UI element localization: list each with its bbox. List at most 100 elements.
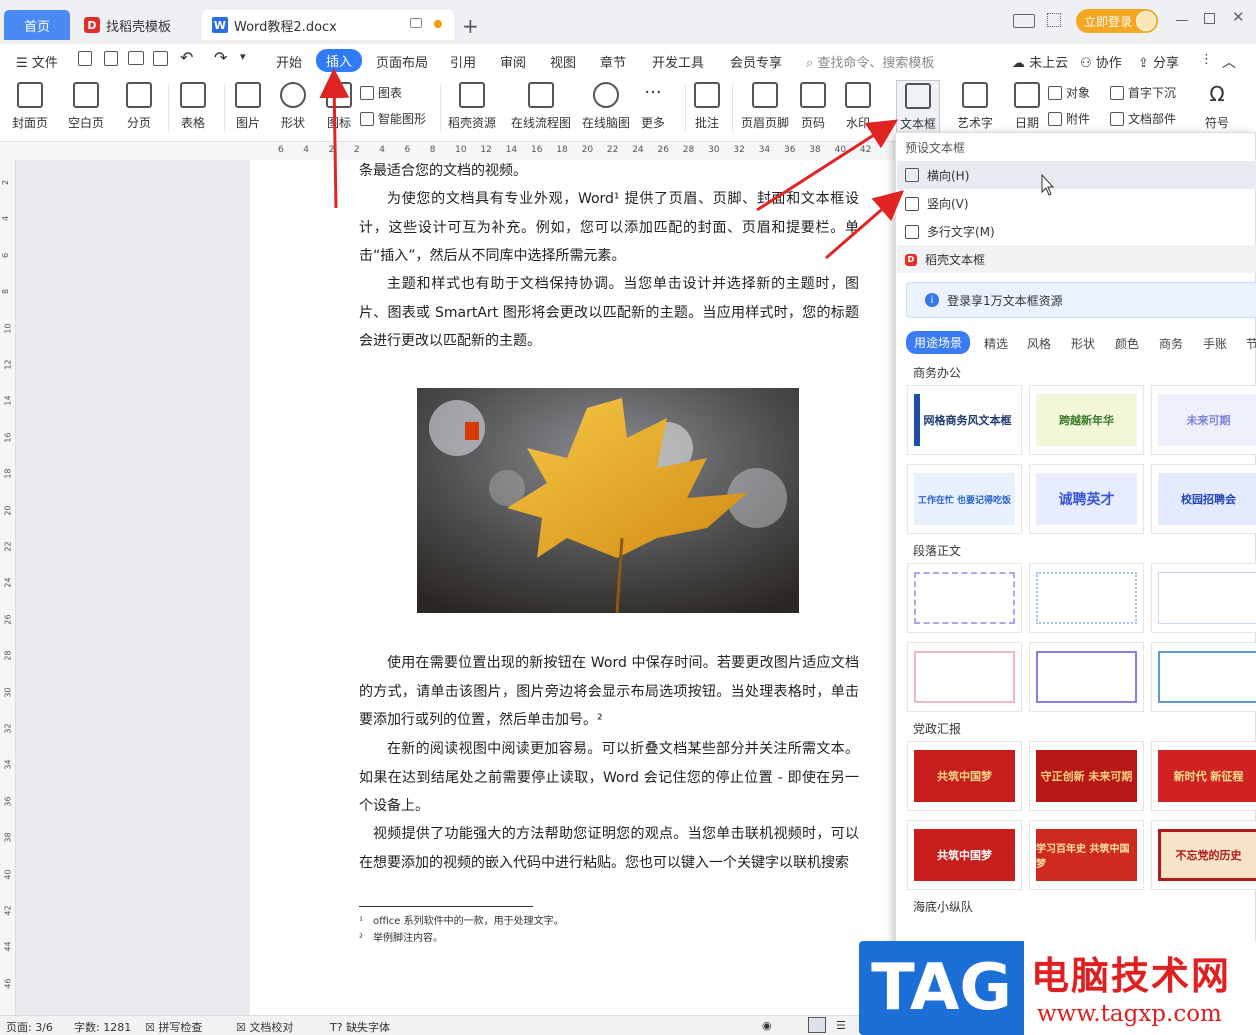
menu-chapter[interactable]: 章节 — [600, 52, 626, 71]
chart-button[interactable]: 图表 — [360, 84, 402, 101]
template-thumb[interactable]: 网格商务风文本框 — [907, 385, 1022, 455]
page-break-button[interactable]: 分页 — [126, 82, 152, 131]
date-button[interactable]: 日期 — [1014, 82, 1040, 131]
doc-paragraph-5[interactable]: 视频提供了功能强大的方法帮助您证明您的观点。当您单击联机视频时，可以在想要添加的… — [359, 820, 859, 877]
category-tab-style[interactable]: 风格 — [1027, 335, 1051, 352]
category-tab-shape[interactable]: 形状 — [1071, 335, 1095, 352]
menu-review[interactable]: 审阅 — [500, 52, 526, 71]
quick-access-dropdown-icon[interactable]: ▾ — [240, 50, 246, 63]
new-tab-button[interactable]: + — [462, 14, 479, 38]
doc-paragraph-1[interactable]: 为使您的文档具有专业外观，Word¹ 提供了页眉、页脚、封面和文本框设计，这些设… — [359, 185, 859, 271]
tab-template[interactable]: D 找稻壳模板 — [74, 10, 198, 40]
vertical-ruler[interactable]: 2 4 6 8 10 12 14 16 18 20 22 24 26 28 30 32 34 36 38 40 42 44… — [0, 160, 16, 1025]
template-thumb[interactable]: 学习百年史 共筑中国梦 — [1029, 820, 1144, 890]
template-thumb[interactable]: 新时代 新征程 — [1151, 741, 1256, 811]
template-thumb[interactable]: 守正创新 未来可期 — [1029, 741, 1144, 811]
footnote-1[interactable]: ¹ office 系列软件中的一款，用于处理文字。 — [359, 912, 564, 927]
more-button[interactable]: ··· 更多 — [641, 82, 665, 131]
textbox-button[interactable]: 文本框 — [896, 80, 941, 135]
page-view-icon[interactable] — [808, 1017, 826, 1033]
collab-button[interactable]: ⚇ 协作 — [1080, 52, 1122, 71]
print-icon[interactable] — [128, 51, 144, 65]
blank-page-button[interactable]: 空白页 — [68, 82, 104, 131]
textbox-vertical-option[interactable]: 竖向(V) — [905, 195, 969, 212]
template-thumb[interactable]: 共筑中国梦 — [907, 820, 1022, 890]
outline-view-icon[interactable]: ☰ — [836, 1019, 846, 1032]
menu-developer[interactable]: 开发工具 — [652, 52, 704, 71]
template-thumb[interactable] — [1151, 563, 1256, 633]
template-thumb[interactable]: 工作在忙 也要记得吃饭 — [907, 464, 1022, 534]
template-thumb[interactable]: 未来可期 — [1151, 385, 1256, 455]
cover-page-button[interactable]: 封面页 — [12, 82, 48, 131]
symbol-button[interactable]: Ω 符号 — [1205, 82, 1229, 131]
template-thumb[interactable] — [907, 642, 1022, 712]
docer-resources-button[interactable]: 稻壳资源 — [448, 82, 496, 131]
menu-insert[interactable]: 插入 — [316, 49, 363, 72]
template-thumb[interactable]: 校园招聘会 — [1151, 464, 1256, 534]
apps-grid-icon[interactable] — [1047, 13, 1061, 27]
comment-button[interactable]: 批注 — [694, 82, 720, 131]
category-tab-festival[interactable]: 节 — [1246, 335, 1256, 352]
watermark-button[interactable]: 水印 — [845, 82, 871, 131]
template-thumb[interactable]: 不忘党的历史 — [1151, 820, 1256, 890]
footnote-2[interactable]: ² 举例脚注内容。 — [359, 929, 443, 944]
object-button[interactable]: 对象 — [1048, 84, 1090, 101]
category-tab-featured[interactable]: 精选 — [984, 335, 1008, 352]
menu-view[interactable]: 视图 — [550, 52, 576, 71]
wordart-button[interactable]: 艺术字 — [957, 82, 993, 131]
template-thumb[interactable] — [1151, 642, 1256, 712]
word-count[interactable]: 字数: 1281 — [74, 1019, 131, 1035]
mindmap-button[interactable]: 在线脑图 — [582, 82, 630, 131]
eye-protection-icon[interactable]: ◉ — [762, 1019, 772, 1032]
login-button[interactable]: 立即登录 — [1076, 9, 1158, 33]
attachment-button[interactable]: 附件 — [1048, 110, 1090, 127]
redo-icon[interactable]: ↷ — [214, 48, 227, 67]
template-thumb[interactable] — [1029, 642, 1144, 712]
page-indicator[interactable]: 页面: 3/6 — [6, 1019, 53, 1035]
export-icon[interactable] — [104, 51, 118, 66]
menu-member[interactable]: 会员专享 — [730, 52, 782, 71]
tab-home[interactable]: 首页 — [4, 10, 70, 40]
more-icon[interactable]: ⋮ — [1200, 52, 1213, 67]
spell-check[interactable]: ☒ 拼写检查 — [145, 1019, 202, 1035]
doc-paragraph-3[interactable]: 使用在需要位置出现的新按钮在 Word 中保存时间。若要更改图片适应文档的方式，… — [359, 649, 859, 735]
category-tab-usage[interactable]: 用途场景 — [906, 331, 971, 354]
doc-paragraph-2[interactable]: 主题和样式也有助于文档保持协调。当您单击设计并选择新的主题时，图片、图表或 Sm… — [359, 270, 859, 356]
category-tab-color[interactable]: 颜色 — [1115, 335, 1139, 352]
minimize-icon[interactable] — [1176, 20, 1188, 21]
close-icon[interactable]: ✕ — [1232, 8, 1245, 26]
autumn-leaf-image[interactable] — [417, 388, 799, 613]
document-part-button[interactable]: 文档部件 — [1110, 110, 1176, 127]
collapse-ribbon-icon[interactable]: ︿ — [1222, 52, 1236, 72]
dropcap-button[interactable]: 首字下沉 — [1110, 84, 1176, 101]
template-thumb[interactable]: 诚聘英才 — [1029, 464, 1144, 534]
textbox-horizontal-option[interactable]: 横向(H) — [897, 161, 1256, 189]
menu-references[interactable]: 引用 — [450, 52, 476, 71]
category-tab-business[interactable]: 商务 — [1159, 335, 1183, 352]
template-thumb[interactable]: 共筑中国梦 — [907, 741, 1022, 811]
menu-start[interactable]: 开始 — [276, 52, 302, 71]
table-button[interactable]: 表格 — [180, 82, 206, 131]
smartart-button[interactable]: 智能图形 — [360, 110, 426, 127]
menu-page-layout[interactable]: 页面布局 — [376, 52, 428, 71]
command-search[interactable]: ⌕ 查找命令、搜索模板 — [806, 52, 934, 71]
picture-button[interactable]: 图片 — [235, 82, 261, 131]
undo-icon[interactable]: ↶ — [180, 48, 193, 67]
header-footer-button[interactable]: 页眉页脚 — [741, 82, 789, 131]
preview-icon[interactable] — [153, 51, 168, 66]
template-thumb[interactable] — [907, 563, 1022, 633]
doc-paragraph-4[interactable]: 在新的阅读视图中阅读更加容易。可以折叠文档某些部分并关注所需文本。如果在达到结尾… — [359, 735, 859, 821]
monitor-icon[interactable] — [410, 18, 422, 28]
share-button[interactable]: ⇪ 分享 — [1138, 52, 1179, 71]
horizontal-ruler[interactable]: 6 4 2 2 4 6 8 10 12 14 16 18 20 22 24 26 28 30 32 34 36 38 40 4… — [0, 142, 895, 160]
maximize-icon[interactable] — [1204, 13, 1215, 24]
category-tab-journal[interactable]: 手账 — [1203, 335, 1227, 352]
tab-document[interactable]: W Word教程2.docx — [202, 10, 454, 40]
cloud-status[interactable]: ☁ 未上云 — [1012, 52, 1068, 71]
login-banner[interactable]: i 登录享1万文本框资源 — [906, 282, 1256, 318]
icon-button[interactable]: 图标 — [326, 82, 352, 131]
doc-line-top[interactable]: 条最适合您的文档的视频。 — [359, 160, 859, 186]
save-icon[interactable] — [78, 51, 92, 66]
flowchart-button[interactable]: 在线流程图 — [511, 82, 571, 131]
page-number-button[interactable]: 页码 — [800, 82, 826, 131]
